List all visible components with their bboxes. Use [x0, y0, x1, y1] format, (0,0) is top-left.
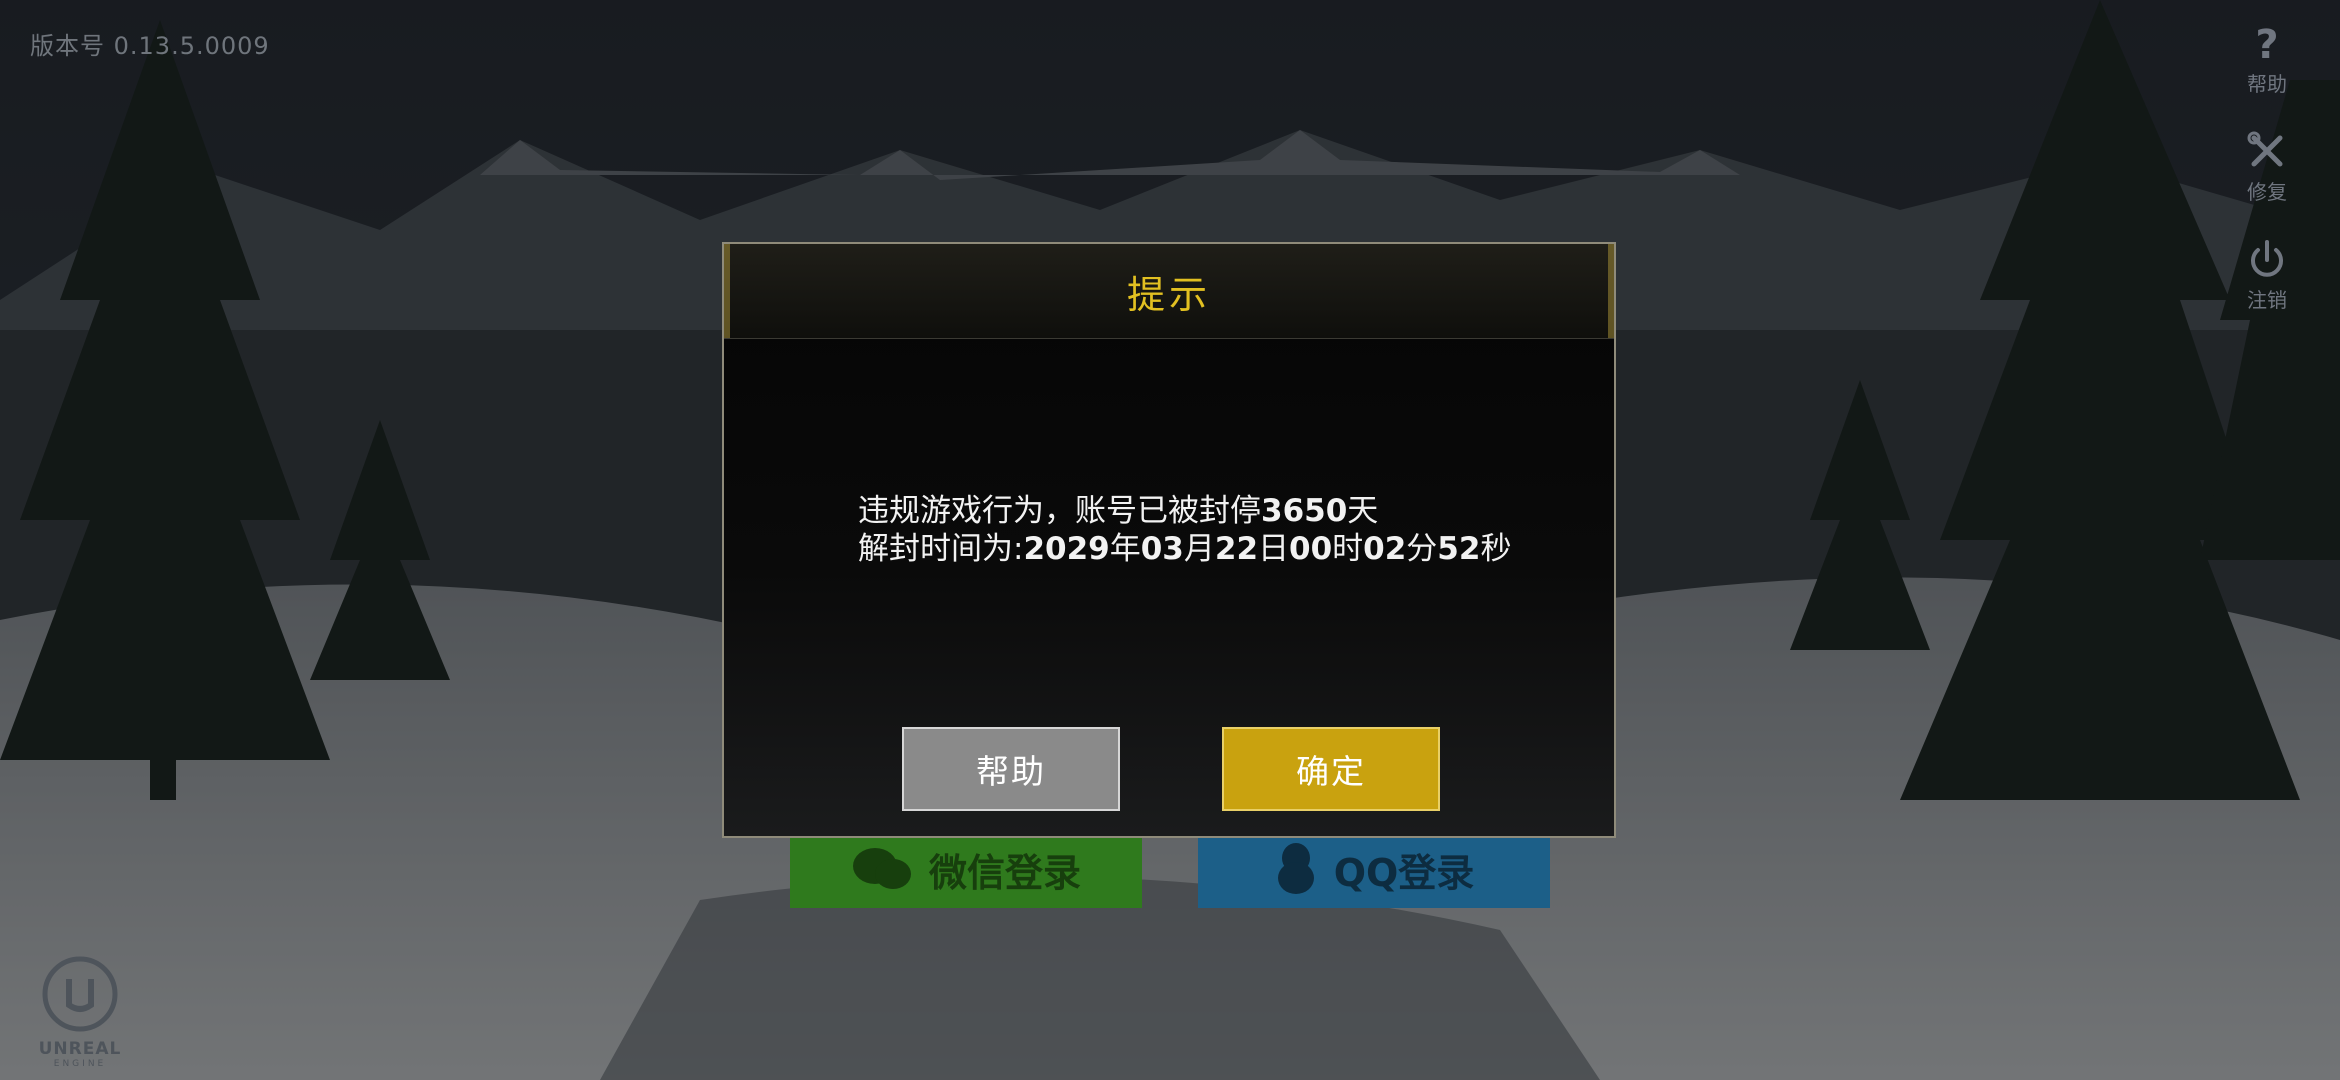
unban-time-prefix: 解封时间为: [858, 531, 1024, 567]
unban-month: 03 [1140, 531, 1184, 567]
ban-notice-dialog: 提示 违规游戏行为，账号已被封停3650天 解封时间为:2029年03月22日0… [722, 242, 1616, 838]
version-label: 版本号 0.13.5.0009 [30, 32, 270, 60]
wechat-icon [852, 848, 911, 889]
power-icon [2251, 240, 2283, 277]
unban-minute-unit: 分 [1406, 531, 1438, 567]
unban-month-unit: 月 [1183, 531, 1215, 567]
qq-penguin-icon [1277, 843, 1314, 894]
unban-second-unit: 秒 [1480, 531, 1512, 567]
unreal-logo-sub: ENGINE [53, 1059, 107, 1069]
unban-year: 2029 [1023, 531, 1110, 567]
wechat-login-button[interactable]: 微信登录 [790, 830, 1142, 908]
dialog-header: 提示 [724, 244, 1614, 339]
unreal-engine-logo: UNREAL ENGINE [30, 955, 130, 1069]
svg-text:?: ? [2255, 22, 2278, 66]
ban-days-unit: 天 [1347, 493, 1379, 529]
logout-side-label: 注销 [2247, 288, 2287, 312]
wechat-login-label: 微信登录 [928, 850, 1081, 895]
ban-reason-text: 违规游戏行为，账号已被封停 [858, 493, 1261, 529]
repair-side-button[interactable]: 修复 [2212, 128, 2322, 205]
unban-time-line: 解封时间为:2029年03月22日00时02分52秒 [858, 530, 1511, 568]
unban-hour: 00 [1289, 531, 1333, 567]
ban-days-value: 3650 [1261, 493, 1348, 529]
unban-year-unit: 年 [1109, 531, 1141, 567]
unban-day-unit: 日 [1258, 531, 1290, 567]
help-side-label: 帮助 [2247, 72, 2287, 96]
help-side-button[interactable]: ? 帮助 [2212, 20, 2322, 97]
unban-hour-unit: 时 [1332, 531, 1364, 567]
unreal-logo-name: UNREAL [38, 1039, 122, 1059]
unreal-logo-icon [42, 956, 118, 1032]
dialog-title: 提示 [1126, 272, 1211, 317]
qq-login-button[interactable]: QQ登录 [1198, 830, 1550, 908]
wrench-icon [2247, 131, 2283, 167]
dialog-confirm-button[interactable]: 确定 [1222, 727, 1440, 811]
question-icon: ? [2255, 22, 2278, 66]
unban-second: 52 [1437, 531, 1481, 567]
unban-day: 22 [1214, 531, 1259, 567]
header-accent-right [1608, 244, 1614, 338]
header-accent-left [724, 244, 730, 338]
qq-login-label: QQ登录 [1333, 850, 1475, 895]
ban-reason-line: 违规游戏行为，账号已被封停3650天 [858, 492, 1511, 530]
repair-side-label: 修复 [2247, 180, 2287, 204]
dialog-help-button[interactable]: 帮助 [902, 727, 1120, 811]
logout-side-button[interactable]: 注销 [2212, 236, 2322, 313]
dialog-message: 违规游戏行为，账号已被封停3650天 解封时间为:2029年03月22日00时0… [858, 492, 1511, 568]
unban-minute: 02 [1363, 531, 1407, 567]
